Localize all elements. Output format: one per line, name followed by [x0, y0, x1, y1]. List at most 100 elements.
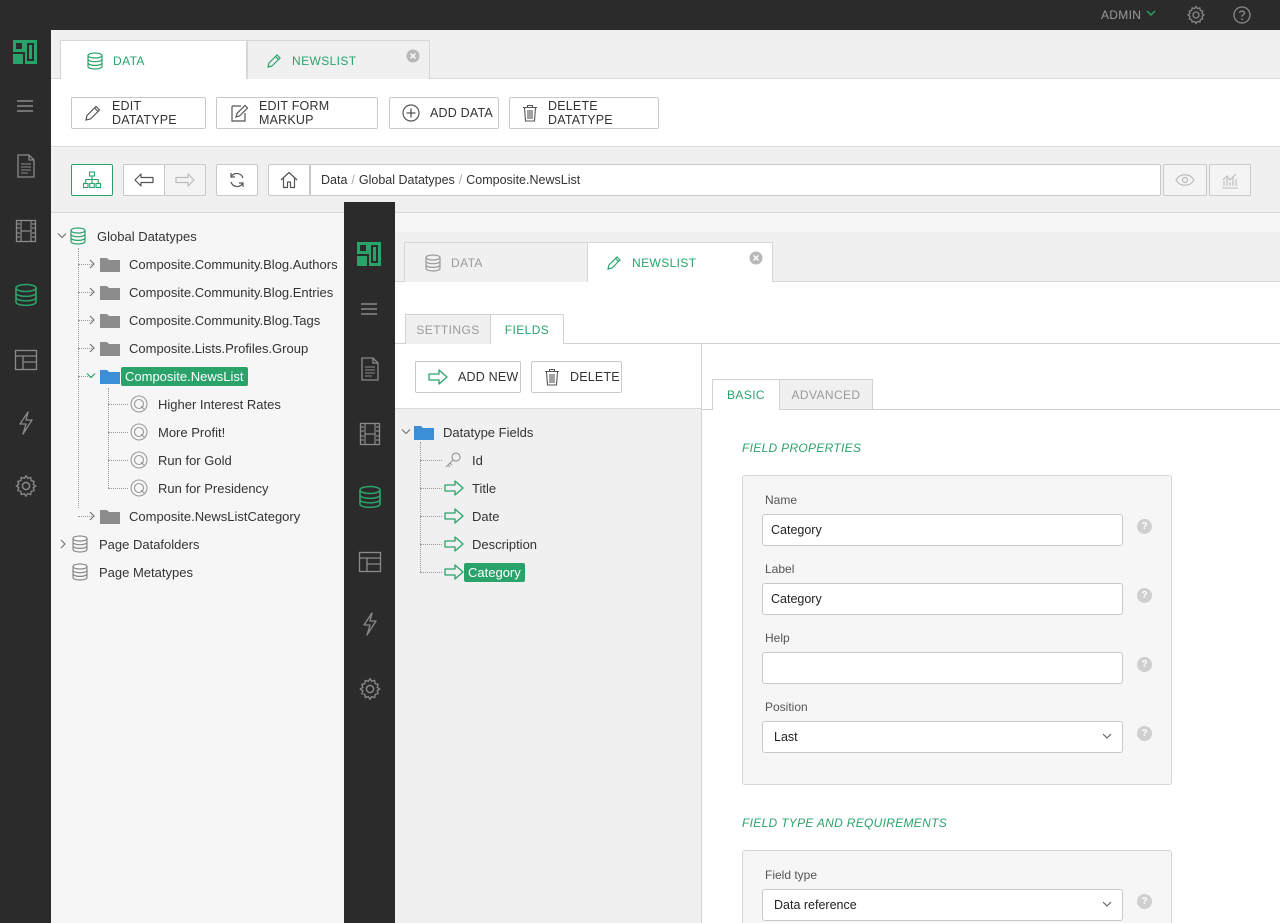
close-icon[interactable] [406, 49, 420, 63]
field-type-select[interactable]: Data reference [762, 889, 1123, 921]
media-perspective-icon[interactable] [359, 422, 383, 446]
chevron-right-icon[interactable] [88, 259, 96, 269]
chevron-right-icon[interactable] [88, 343, 96, 353]
field-node-id[interactable]: Id [444, 449, 487, 471]
chevron-down-icon[interactable] [401, 428, 411, 436]
breadcrumb-item[interactable]: Global Datatypes [359, 173, 455, 187]
tab-basic[interactable]: BASIC [712, 379, 780, 410]
user-menu[interactable]: ADMIN [1101, 8, 1141, 22]
subtab-settings[interactable]: SETTINGS [405, 314, 491, 344]
arrow-left-icon [134, 173, 154, 187]
chevron-down-icon [1102, 901, 1112, 908]
tab-newslist[interactable]: NEWSLIST [247, 40, 430, 80]
tree-node[interactable]: Composite.Community.Blog.Authors [88, 253, 342, 275]
help-icon[interactable]: ? [1137, 657, 1152, 672]
home-button[interactable] [268, 164, 310, 196]
position-label: Position [765, 700, 808, 714]
overlay-sidebar [344, 202, 395, 923]
help-icon[interactable]: ? [1137, 894, 1152, 909]
functions-perspective-icon[interactable] [16, 411, 40, 435]
help-icon[interactable]: ? [1137, 588, 1152, 603]
field-properties-panel: BASIC ADVANCED FIELD PROPERTIES Name Cat… [702, 344, 1280, 923]
layout-perspective-icon[interactable] [14, 348, 38, 372]
breadcrumb[interactable]: Data / Global Datatypes / Composite.News… [310, 164, 1161, 196]
help-icon[interactable]: ? [1137, 726, 1152, 741]
tab-label: NEWSLIST [632, 256, 697, 270]
tree-node-page-metatypes[interactable]: Page Metatypes [71, 561, 197, 583]
delete-button[interactable]: DELETE [531, 361, 622, 393]
name-input[interactable]: Category [762, 514, 1123, 546]
edit-datatype-button[interactable]: EDIT DATATYPE [71, 97, 206, 129]
add-new-button[interactable]: ADD NEW [415, 361, 521, 393]
menu-icon[interactable] [15, 96, 39, 120]
position-select[interactable]: Last [762, 721, 1123, 753]
field-node-description[interactable]: Description [444, 533, 541, 555]
chevron-down-icon[interactable] [57, 232, 67, 240]
tree-node[interactable]: Composite.Community.Blog.Tags [88, 309, 324, 331]
tab-data[interactable]: DATA [60, 40, 247, 81]
system-perspective-icon[interactable] [14, 474, 38, 498]
help-input[interactable] [762, 652, 1123, 684]
tree-node-selected[interactable]: Composite.NewsList [86, 365, 248, 387]
tree-node[interactable]: Composite.Lists.Profiles.Group [88, 337, 312, 359]
tree-node-page-datafolders[interactable]: Page Datafolders [59, 533, 203, 555]
field-node-category-selected[interactable]: Category [444, 561, 525, 583]
breadcrumb-item[interactable]: Composite.NewsList [466, 173, 580, 187]
chevron-right-icon[interactable] [59, 539, 67, 549]
data-perspective-icon[interactable] [358, 485, 382, 509]
chevron-right-icon[interactable] [88, 315, 96, 325]
database-icon [72, 563, 88, 581]
top-bar: ADMIN [0, 0, 1280, 30]
tab-newslist[interactable]: NEWSLIST [587, 242, 773, 283]
arrow-right-icon [444, 480, 464, 496]
data-perspective-icon[interactable] [14, 283, 38, 307]
layout-perspective-icon[interactable] [358, 550, 382, 574]
chevron-down-icon[interactable] [86, 372, 96, 380]
help-icon[interactable]: ? [1137, 519, 1152, 534]
seo-button[interactable] [1209, 164, 1251, 196]
tree-node-data-item[interactable]: More Profit! [130, 421, 229, 443]
toolbar: EDIT DATATYPE EDIT FORM MARKUP ADD DATA … [51, 79, 1280, 147]
functions-perspective-icon[interactable] [360, 612, 384, 636]
field-node-title[interactable]: Title [444, 477, 500, 499]
tab-strip: DATA NEWSLIST [395, 232, 1280, 283]
tab-advanced[interactable]: ADVANCED [779, 379, 873, 409]
menu-icon[interactable] [359, 299, 383, 323]
data-item-icon [130, 479, 148, 497]
edit-form-markup-button[interactable]: EDIT FORM MARKUP [216, 97, 378, 129]
chevron-down-icon[interactable] [1146, 10, 1156, 17]
field-node-date[interactable]: Date [444, 505, 503, 527]
chevron-right-icon[interactable] [88, 511, 96, 521]
tree-node-data-item[interactable]: Run for Gold [130, 449, 236, 471]
field-properties-box: Name Category ? Label Category ? Help ? … [742, 475, 1172, 785]
folder-open-icon [100, 370, 120, 384]
forward-button[interactable] [164, 164, 206, 196]
arrow-right-icon [444, 564, 464, 580]
tree-node[interactable]: Composite.NewsListCategory [88, 505, 304, 527]
tab-label: DATA [451, 255, 483, 270]
tree-node-datatype-fields[interactable]: Datatype Fields [401, 421, 537, 443]
subtab-fields[interactable]: FIELDS [490, 314, 564, 345]
preview-button[interactable] [1163, 164, 1207, 196]
media-perspective-icon[interactable] [15, 219, 39, 243]
help-icon[interactable] [1232, 5, 1252, 25]
tree-node-data-item[interactable]: Higher Interest Rates [130, 393, 285, 415]
tab-data[interactable]: DATA [404, 242, 588, 282]
tree-node[interactable]: Composite.Community.Blog.Entries [88, 281, 337, 303]
system-perspective-icon[interactable] [358, 677, 382, 701]
content-perspective-icon[interactable] [359, 357, 383, 381]
delete-datatype-button[interactable]: DELETE DATATYPE [509, 97, 659, 129]
tree-view-button[interactable] [71, 164, 113, 196]
breadcrumb-item[interactable]: Data [321, 173, 347, 187]
content-perspective-icon[interactable] [15, 154, 39, 178]
gear-icon[interactable] [1186, 5, 1206, 25]
back-button[interactable] [123, 164, 165, 196]
add-data-button[interactable]: ADD DATA [389, 97, 499, 129]
chevron-right-icon[interactable] [88, 287, 96, 297]
tree-node-data-item[interactable]: Run for Presidency [130, 477, 273, 499]
close-icon[interactable] [749, 251, 763, 265]
tree-node-global-datatypes[interactable]: Global Datatypes [57, 225, 201, 247]
refresh-button[interactable] [216, 164, 258, 196]
pencil-icon [606, 255, 622, 271]
label-input[interactable]: Category [762, 583, 1123, 615]
